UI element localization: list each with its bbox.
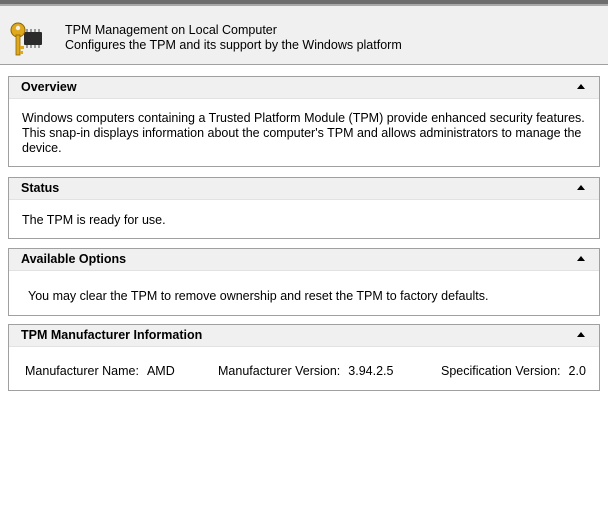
options-text: You may clear the TPM to remove ownershi…	[28, 289, 489, 303]
manufacturer-version-label: Manufacturer Version:	[218, 364, 341, 378]
status-panel-header[interactable]: Status	[9, 178, 599, 200]
manufacturer-name-value: AMD	[146, 364, 175, 378]
manufacturer-version-value: 3.94.2.5	[348, 364, 394, 378]
collapse-arrow-icon[interactable]	[577, 332, 585, 337]
collapse-arrow-icon[interactable]	[577, 84, 585, 89]
specification-version: Specification Version: 2.0	[441, 364, 586, 379]
status-title: Status	[21, 181, 60, 195]
overview-panel: Overview Windows computers containing a …	[8, 76, 600, 167]
manufacturer-version: Manufacturer Version: 3.94.2.5	[218, 364, 393, 379]
specification-version-value: 2.0	[568, 364, 586, 378]
key-chip-icon	[8, 18, 48, 58]
options-panel-header[interactable]: Available Options	[9, 249, 599, 271]
manufacturer-panel: TPM Manufacturer Information Manufacture…	[8, 324, 600, 391]
manufacturer-info-row: Manufacturer Name: AMD Manufacturer Versi…	[9, 364, 599, 379]
collapse-arrow-icon[interactable]	[577, 256, 585, 261]
overview-panel-header[interactable]: Overview	[9, 77, 599, 99]
specification-version-label: Specification Version:	[441, 364, 561, 378]
manufacturer-name: Manufacturer Name: AMD	[25, 364, 175, 379]
manufacturer-panel-header[interactable]: TPM Manufacturer Information	[9, 325, 599, 347]
snapin-header: TPM Management on Local Computer Configu…	[0, 6, 608, 65]
manufacturer-title: TPM Manufacturer Information	[21, 328, 203, 342]
status-panel: Status The TPM is ready for use.	[8, 177, 600, 239]
overview-title: Overview	[21, 80, 77, 94]
header-title: TPM Management on Local Computer	[65, 23, 277, 37]
collapse-arrow-icon[interactable]	[577, 185, 585, 190]
overview-text: Windows computers containing a Trusted P…	[22, 111, 585, 155]
status-text: The TPM is ready for use.	[22, 213, 166, 227]
options-title: Available Options	[21, 252, 127, 266]
manufacturer-name-label: Manufacturer Name:	[25, 364, 139, 378]
available-options-panel: Available Options You may clear the TPM …	[8, 248, 600, 316]
header-subtitle: Configures the TPM and its support by th…	[65, 38, 402, 52]
